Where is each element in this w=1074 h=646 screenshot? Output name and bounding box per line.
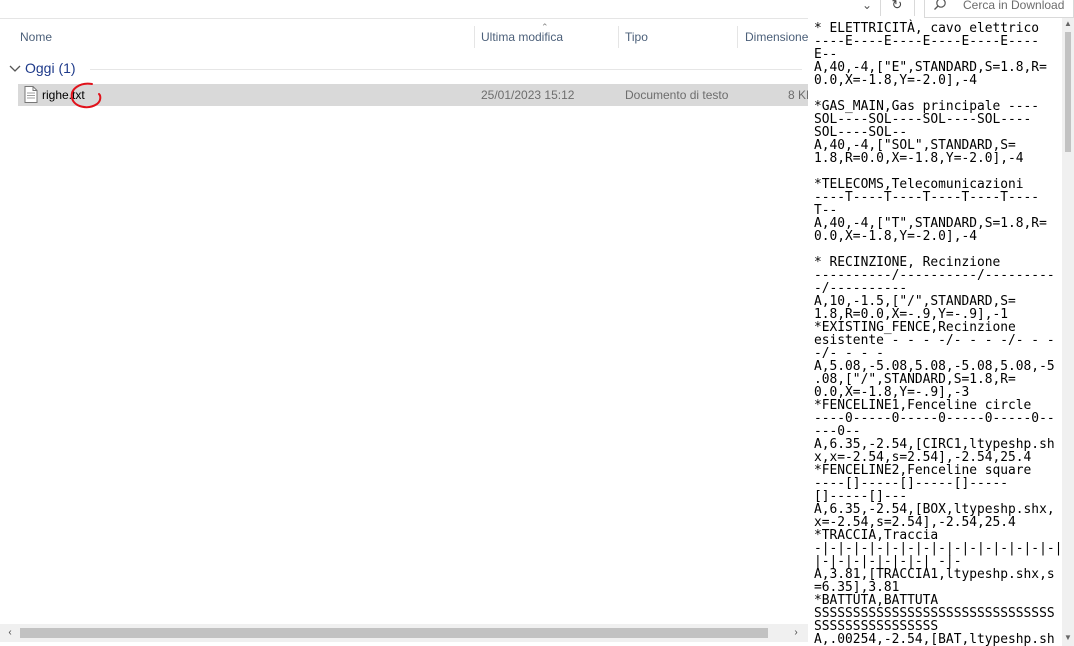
toolbar-divider xyxy=(880,0,881,16)
vertical-scrollbar[interactable]: ▲ ▼ xyxy=(1062,18,1074,646)
search-box[interactable] xyxy=(924,0,1074,18)
text-file-icon xyxy=(24,86,38,103)
search-input[interactable] xyxy=(963,0,1071,15)
group-divider xyxy=(90,69,802,70)
column-divider[interactable] xyxy=(737,26,738,48)
column-header-type[interactable]: Tipo xyxy=(619,20,731,54)
preview-text: * ELETTRICITÀ, cavo elettrico ----E----E… xyxy=(814,21,1062,646)
file-type: Documento di testo xyxy=(625,88,729,102)
file-modified: 25/01/2023 15:12 xyxy=(481,88,575,102)
search-icon xyxy=(934,0,946,10)
group-label: Oggi (1) xyxy=(25,60,76,76)
refresh-icon[interactable]: ↻ xyxy=(886,0,908,14)
column-header-name[interactable]: Nome xyxy=(14,20,464,54)
address-toolbar: ⌄ ↻ xyxy=(0,0,1074,19)
file-name[interactable]: righe.txt xyxy=(42,88,85,102)
sort-caret-icon: ⌃ xyxy=(541,22,549,32)
toolbar-divider xyxy=(914,0,915,16)
column-headers: Nome Ultima modifica ⌃ Tipo Dimensione xyxy=(0,20,808,54)
group-header-today[interactable]: Oggi (1) xyxy=(0,58,808,80)
file-row[interactable]: righe.txt 25/01/2023 15:12 Documento di … xyxy=(18,82,814,109)
scroll-left-icon[interactable]: ‹ xyxy=(4,624,16,642)
scroll-down-icon[interactable]: ▼ xyxy=(1062,632,1074,644)
scrollbar-thumb[interactable] xyxy=(20,628,768,638)
preview-pane: * ELETTRICITÀ, cavo elettrico ----E----E… xyxy=(808,18,1062,646)
scrollbar-thumb[interactable] xyxy=(1065,32,1071,152)
column-header-size[interactable]: Dimensione xyxy=(739,20,808,54)
chevron-down-icon[interactable] xyxy=(8,61,22,75)
horizontal-scrollbar[interactable]: ‹ › xyxy=(0,624,808,642)
chevron-down-icon[interactable]: ⌄ xyxy=(858,0,876,14)
scroll-up-icon[interactable]: ▲ xyxy=(1062,18,1074,30)
scroll-right-icon[interactable]: › xyxy=(790,624,802,642)
